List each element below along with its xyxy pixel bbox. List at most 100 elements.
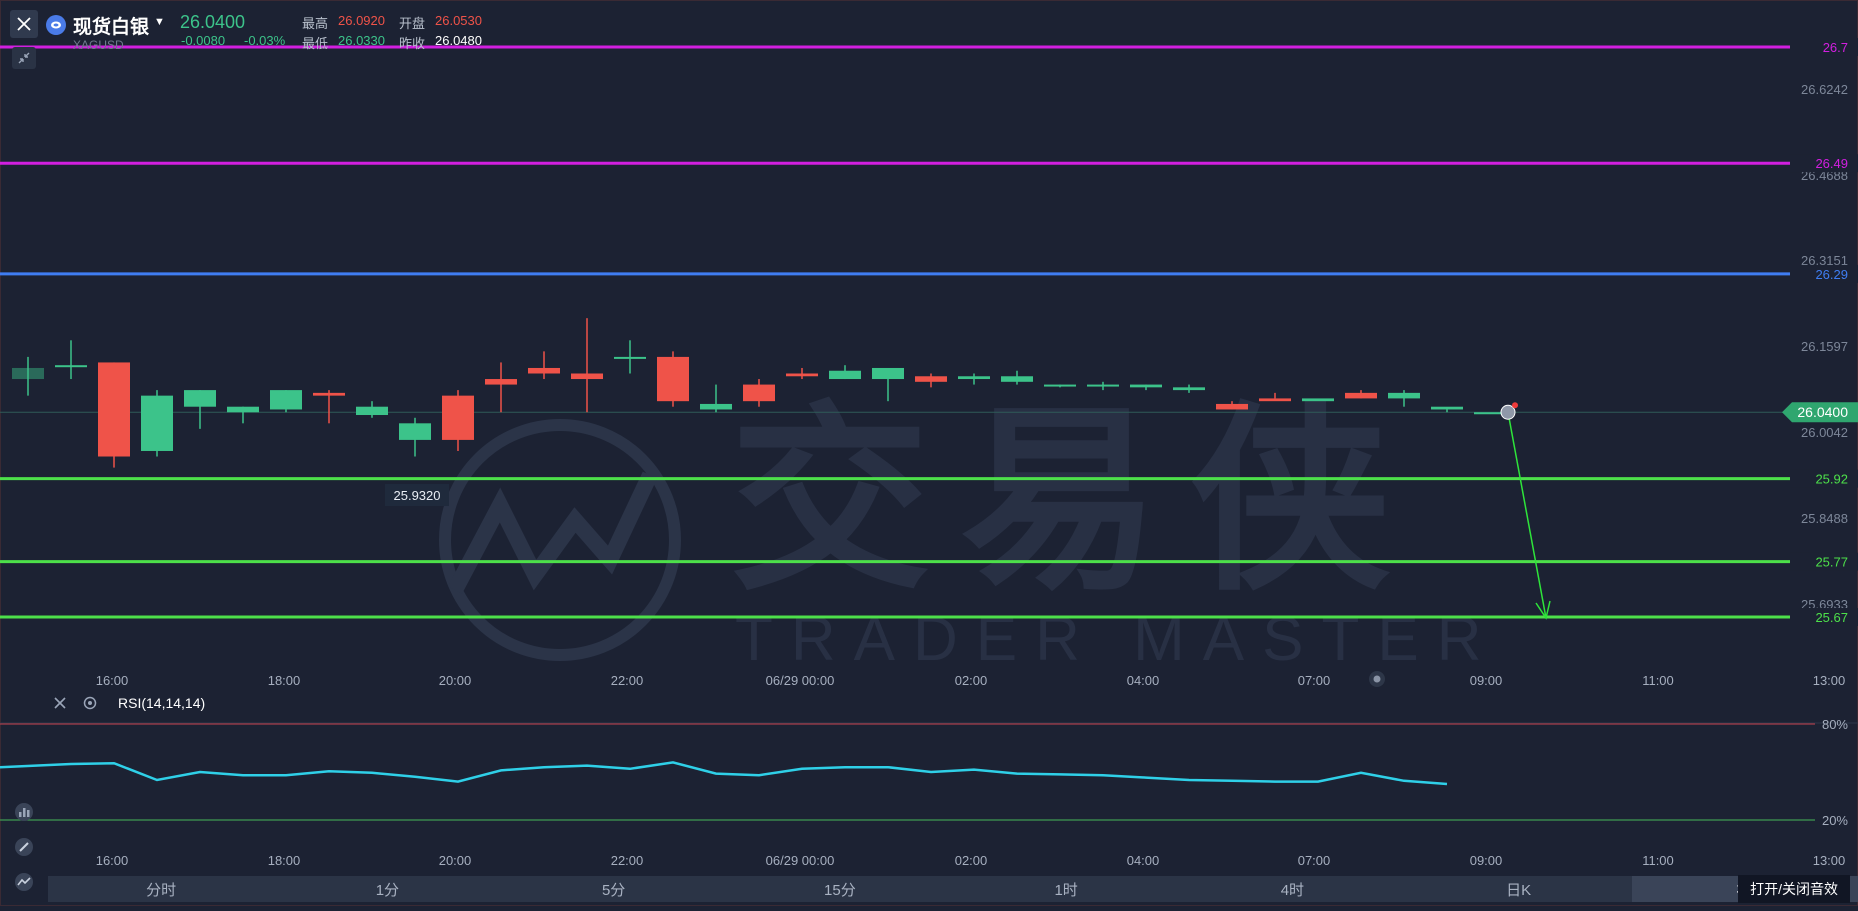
candle-20[interactable] bbox=[872, 367, 904, 380]
candle-6[interactable] bbox=[270, 390, 302, 410]
period-tabs: 分时 1分 5分 15分 1时 4时 日K 30 bbox=[48, 876, 1858, 902]
time-axis-tick-7: 07:00 bbox=[1298, 673, 1331, 688]
candle-26[interactable] bbox=[1130, 384, 1162, 388]
candle-19[interactable] bbox=[829, 370, 861, 380]
open-value: 26.0530 bbox=[435, 13, 482, 28]
time-axis-tick-4: 06/29 00:00 bbox=[766, 673, 835, 688]
watermark-logo-icon bbox=[447, 471, 658, 594]
candle-2[interactable] bbox=[98, 362, 130, 457]
sound-toggle-button[interactable]: 打开/关闭音效 bbox=[1738, 875, 1850, 903]
close-button[interactable] bbox=[10, 10, 38, 38]
close-icon bbox=[17, 17, 31, 31]
tab-period-5[interactable]: 4时 bbox=[1179, 876, 1405, 902]
symbol-name[interactable]: 现货白银 bbox=[73, 12, 149, 39]
time-axis-tick-5: 02:00 bbox=[955, 673, 988, 688]
rsi-time-axis-tick-7: 07:00 bbox=[1298, 853, 1331, 868]
draw-tool-button[interactable] bbox=[10, 833, 38, 861]
low-value: 26.0330 bbox=[338, 33, 385, 48]
candle-18[interactable] bbox=[786, 373, 818, 377]
candle-23[interactable] bbox=[1001, 376, 1033, 382]
tab-period-3[interactable]: 15分 bbox=[727, 876, 953, 902]
pencil-icon bbox=[15, 838, 33, 856]
candle-1[interactable] bbox=[55, 365, 87, 368]
rsi-lower-label: 20% bbox=[1822, 813, 1848, 828]
price-change-percent: -0.03% bbox=[244, 33, 286, 48]
candle-22[interactable] bbox=[958, 376, 990, 380]
level-tag-2: 26.29 bbox=[1815, 267, 1848, 282]
candle-15[interactable] bbox=[657, 356, 689, 402]
prev-close-label: 昨收 bbox=[399, 36, 426, 51]
time-axis-tick-9: 11:00 bbox=[1642, 673, 1674, 688]
open-label: 开盘 bbox=[399, 16, 426, 31]
candle-10[interactable] bbox=[442, 395, 474, 440]
candle-27[interactable] bbox=[1173, 387, 1205, 391]
collapse-button[interactable] bbox=[12, 47, 36, 69]
current-price-tag: 26.0400 bbox=[1797, 404, 1848, 420]
candle-17[interactable] bbox=[743, 384, 775, 402]
projection-arrow[interactable] bbox=[1507, 412, 1547, 619]
high-label: 最高 bbox=[302, 16, 329, 31]
candle-8[interactable] bbox=[356, 406, 388, 416]
level-tag-4: 25.77 bbox=[1815, 555, 1848, 570]
candle-16[interactable] bbox=[700, 403, 732, 410]
candle-24[interactable] bbox=[1044, 384, 1076, 387]
rsi-close-button[interactable] bbox=[52, 695, 70, 713]
tab-period-6[interactable]: 日K bbox=[1406, 876, 1632, 902]
time-axis-tick-1: 18:00 bbox=[268, 673, 301, 688]
candle-9[interactable] bbox=[399, 423, 431, 440]
chart-app: 交易侠 TRADER MASTER 26.6242 26.4688 26.3151 26.… bbox=[0, 0, 1858, 906]
indicator-tool-button[interactable] bbox=[10, 798, 38, 826]
alert-dot-icon bbox=[1512, 402, 1518, 409]
price-chart[interactable]: 交易侠TRADER MASTER26.624226.468826.315126.… bbox=[0, 0, 1858, 906]
candle-3[interactable] bbox=[141, 395, 173, 451]
rsi-time-axis-tick-3: 22:00 bbox=[611, 853, 644, 868]
candle-21[interactable] bbox=[915, 376, 947, 382]
tab-period-1[interactable]: 1分 bbox=[274, 876, 500, 902]
candle-33[interactable] bbox=[1431, 406, 1463, 410]
tab-period-2[interactable]: 5分 bbox=[501, 876, 727, 902]
candle-0[interactable] bbox=[12, 367, 44, 380]
rsi-label: RSI(14,14,14) bbox=[118, 695, 206, 711]
candle-30[interactable] bbox=[1302, 398, 1334, 402]
rsi-upper-label: 80% bbox=[1822, 717, 1848, 732]
symbol-header: 现货白银 ▼ XAGUSD 26.0400 -0.0080 -0.03% 最高 … bbox=[0, 0, 640, 69]
candle-28[interactable] bbox=[1216, 403, 1248, 410]
candle-13[interactable] bbox=[571, 373, 603, 380]
candle-29[interactable] bbox=[1259, 398, 1291, 402]
candle-5[interactable] bbox=[227, 406, 259, 413]
high-value: 26.0920 bbox=[338, 13, 385, 28]
collapse-arrows-icon bbox=[18, 52, 30, 64]
silver-logo-icon bbox=[46, 15, 66, 35]
rsi-time-axis-tick-6: 04:00 bbox=[1127, 853, 1160, 868]
last-price: 26.0400 bbox=[180, 12, 246, 32]
level-tag-5: 25.67 bbox=[1815, 610, 1848, 625]
candle-14[interactable] bbox=[614, 356, 646, 359]
trend-line-icon bbox=[15, 873, 33, 891]
candle-7[interactable] bbox=[313, 392, 345, 396]
rsi-time-axis-tick-8: 09:00 bbox=[1470, 853, 1503, 868]
low-label: 最低 bbox=[302, 36, 329, 51]
candle-32[interactable] bbox=[1388, 392, 1420, 399]
prev-close-value: 26.0480 bbox=[435, 33, 482, 48]
bar-chart-icon bbox=[15, 803, 33, 821]
candle-4[interactable] bbox=[184, 390, 216, 407]
close-icon bbox=[54, 697, 66, 709]
candle-25[interactable] bbox=[1087, 384, 1119, 387]
price-axis-tick-0: 26.6242 bbox=[1801, 82, 1848, 97]
rsi-time-axis-tick-10: 13:00 bbox=[1813, 853, 1846, 868]
line-tool-button[interactable] bbox=[10, 868, 38, 896]
candle-31[interactable] bbox=[1345, 392, 1377, 399]
candle-12[interactable] bbox=[528, 367, 560, 374]
symbol-dropdown-icon[interactable]: ▼ bbox=[154, 16, 165, 28]
watermark-cn: 交易侠 bbox=[730, 390, 1420, 613]
tab-period-4[interactable]: 1时 bbox=[953, 876, 1179, 902]
rsi-time-axis-tick-0: 16:00 bbox=[96, 853, 129, 868]
candle-11[interactable] bbox=[485, 379, 517, 385]
rsi-time-axis-tick-4: 06/29 00:00 bbox=[766, 853, 835, 868]
tab-period-0[interactable]: 分时 bbox=[48, 876, 274, 902]
rsi-line bbox=[0, 761, 1448, 786]
rsi-time-axis-tick-2: 20:00 bbox=[439, 853, 472, 868]
rsi-settings-button[interactable] bbox=[82, 695, 100, 713]
time-axis-tick-10: 13:00 bbox=[1813, 673, 1846, 688]
time-axis-tick-2: 20:00 bbox=[439, 673, 472, 688]
